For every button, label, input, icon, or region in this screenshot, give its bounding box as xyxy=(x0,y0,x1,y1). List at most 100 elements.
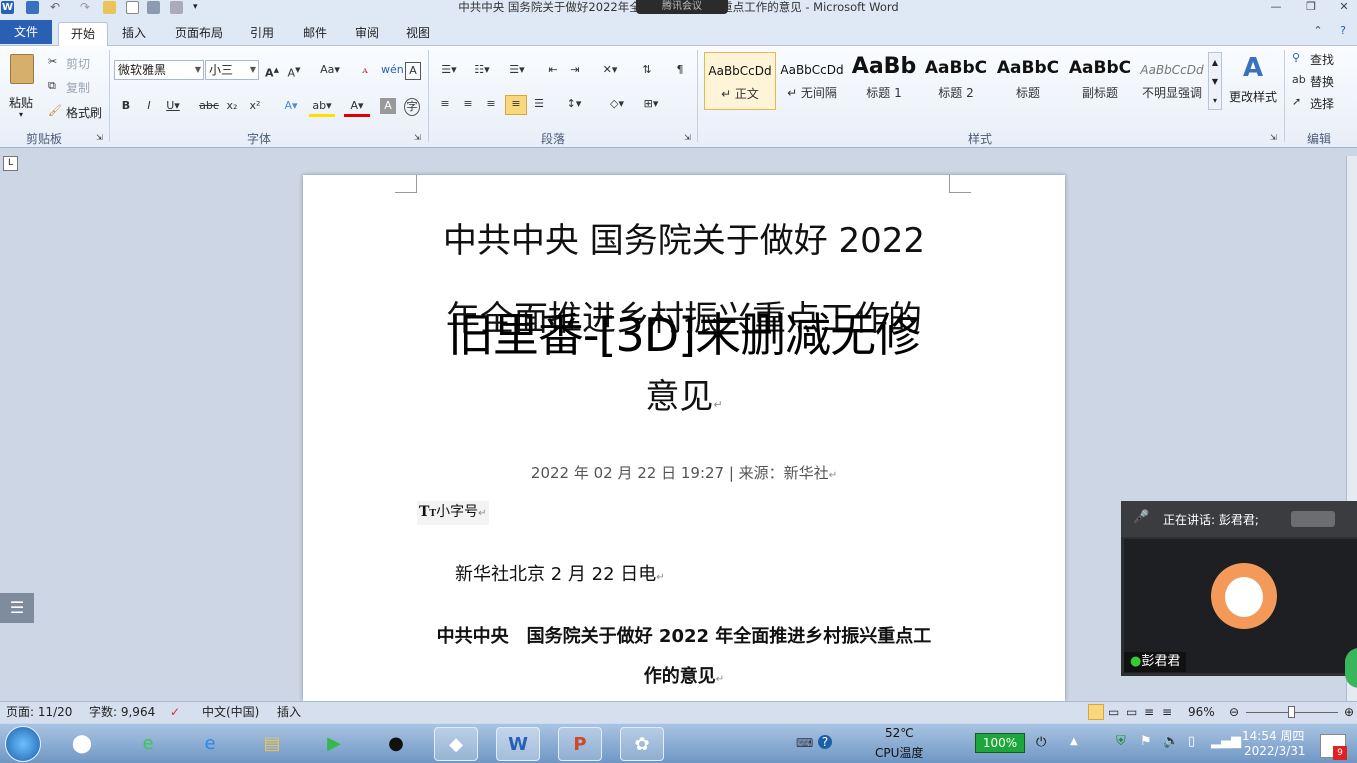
floating-plus-button[interactable] xyxy=(1345,648,1357,688)
browser-icon[interactable]: e xyxy=(126,727,170,761)
navigation-pane-icon[interactable]: ☰ xyxy=(0,593,34,623)
minimize-ribbon-icon[interactable]: ⌃ xyxy=(1305,24,1331,38)
insert-mode-label[interactable]: 插入 xyxy=(277,702,301,723)
meeting-window[interactable]: 🎤 正在讲话: 彭君君; ●彭君君 xyxy=(1121,501,1357,676)
draft-view-icon[interactable]: ≡ xyxy=(1162,702,1172,723)
paste-button[interactable]: 粘贴 ▾ xyxy=(4,52,40,122)
bullets-icon[interactable]: ☰▾ xyxy=(436,62,462,78)
clock-date[interactable]: 2022/3/31 xyxy=(1244,744,1306,758)
tab-references[interactable]: 引用 xyxy=(240,22,284,46)
shading-icon[interactable]: ◇▾ xyxy=(602,96,632,112)
borders-icon[interactable]: ⊞▾ xyxy=(636,96,666,112)
style-subtle-emphasis[interactable]: AaBbCcDd 不明显强调 xyxy=(1136,52,1208,110)
device-icon[interactable]: ▯ xyxy=(1188,734,1195,749)
video-tile[interactable]: ●彭君君 xyxy=(1124,539,1357,673)
tab-file[interactable]: 文件 xyxy=(0,20,52,44)
font-size-combo[interactable]: 小三 ▼ xyxy=(205,60,259,80)
enclose-characters-icon[interactable]: 字 xyxy=(404,98,420,116)
bold-icon[interactable]: B xyxy=(118,98,134,114)
start-button[interactable] xyxy=(5,726,41,762)
minimize-button[interactable]: — xyxy=(1263,0,1289,14)
tab-view[interactable]: 视图 xyxy=(396,22,440,46)
character-border-icon[interactable]: A xyxy=(405,62,421,80)
show-hidden-icons[interactable]: ▲ xyxy=(1070,736,1078,747)
subscript-icon[interactable]: x₂ xyxy=(224,98,240,114)
shield-icon[interactable]: ⛨ xyxy=(1116,734,1126,749)
underline-icon[interactable]: U▾ xyxy=(164,98,182,114)
line-spacing-icon[interactable]: ↕▾ xyxy=(561,96,587,112)
change-case-icon[interactable]: Aa▾ xyxy=(316,62,344,78)
ruler-toggle-icon[interactable]: L xyxy=(3,156,18,171)
superscript-icon[interactable]: x² xyxy=(247,98,263,114)
zoom-level[interactable]: 96% xyxy=(1188,702,1215,723)
file-explorer-icon[interactable]: ▤ xyxy=(250,727,294,761)
replace-button[interactable]: ab 替换 xyxy=(1290,72,1356,90)
style-normal[interactable]: AaBbCcDd ↵ 正文 xyxy=(704,52,776,110)
restore-button[interactable]: ❐ xyxy=(1298,0,1324,14)
highlight-color-icon[interactable]: ab▾ xyxy=(309,98,335,117)
full-screen-reading-icon[interactable]: ▭ xyxy=(1108,702,1119,723)
style-heading-2[interactable]: AaBbC 标题 2 xyxy=(920,52,992,110)
game-app-icon[interactable]: ✿ xyxy=(620,727,664,761)
increase-indent-icon[interactable]: ⇥ xyxy=(566,62,584,78)
style-subtitle[interactable]: AaBbC 副标题 xyxy=(1064,52,1136,110)
keyboard-icon[interactable]: ⌨ xyxy=(796,736,813,750)
zoom-in-icon[interactable]: ⊕ xyxy=(1344,702,1354,723)
close-button[interactable]: ✕ xyxy=(1331,0,1357,14)
zoom-slider-thumb[interactable] xyxy=(1288,706,1295,718)
help-icon[interactable]: ? xyxy=(1330,24,1356,38)
print-layout-icon[interactable] xyxy=(1088,704,1104,720)
tab-home[interactable]: 开始 xyxy=(58,22,108,46)
show-marks-icon[interactable]: ¶ xyxy=(673,62,687,78)
tab-review[interactable]: 审阅 xyxy=(345,22,389,46)
change-styles-button[interactable]: A 更改样式 xyxy=(1226,52,1280,122)
styles-launcher-icon[interactable]: ⇲ xyxy=(1270,130,1277,146)
meeting-overlay-badge[interactable]: 腾讯会议 xyxy=(636,0,728,14)
justify-icon[interactable]: ≡ xyxy=(505,95,527,115)
select-button[interactable]: ➚ 选择 xyxy=(1290,94,1356,112)
zoom-out-icon[interactable]: ⊖ xyxy=(1229,702,1239,723)
font-launcher-icon[interactable]: ⇲ xyxy=(414,130,421,146)
strikethrough-icon[interactable]: abc xyxy=(199,98,219,114)
shrink-font-icon[interactable]: A▼ xyxy=(285,62,303,82)
decrease-indent-icon[interactable]: ⇤ xyxy=(544,62,562,78)
phonetic-guide-icon[interactable]: wén xyxy=(381,62,404,78)
clock-time[interactable]: 14:54 周四 xyxy=(1242,727,1304,744)
web-layout-icon[interactable]: ▭ xyxy=(1126,702,1137,723)
ie-icon[interactable]: e xyxy=(188,727,232,761)
help-tray-icon[interactable]: ? xyxy=(818,735,832,749)
app-icon-360[interactable]: ⬤ xyxy=(60,727,104,761)
font-name-combo[interactable]: 微软雅黑 ▼ xyxy=(114,60,204,80)
align-left-icon[interactable]: ≡ xyxy=(436,96,454,112)
font-color-icon[interactable]: A▾ xyxy=(344,98,370,117)
document-page[interactable]: 中共中央 国务院关于做好 2022 年全面推进乡村振兴重点工作的 旧里番-[3D… xyxy=(303,175,1065,701)
multilevel-list-icon[interactable]: ☰▾ xyxy=(504,62,530,78)
paragraph-launcher-icon[interactable]: ⇲ xyxy=(684,130,691,146)
tab-insert[interactable]: 插入 xyxy=(112,22,156,46)
clear-formatting-icon[interactable]: ꭺ xyxy=(356,62,374,78)
media-player-icon[interactable]: ▶ xyxy=(312,727,356,761)
notification-badge[interactable]: 9 xyxy=(1320,734,1347,760)
chinese-layout-icon[interactable]: ✕▾ xyxy=(598,62,622,78)
styles-scroll[interactable]: ▲ ▼ ▾ xyxy=(1208,52,1222,110)
style-heading-1[interactable]: AaBb 标题 1 xyxy=(848,52,920,110)
italic-icon[interactable]: I xyxy=(141,98,157,114)
word-count[interactable]: 字数: 9,964 xyxy=(89,702,155,723)
word-taskbar-icon[interactable]: W xyxy=(496,727,540,761)
volume-icon[interactable]: 🔈 xyxy=(1163,734,1179,749)
character-shading-icon[interactable]: A xyxy=(380,98,396,114)
tab-mailings[interactable]: 邮件 xyxy=(293,22,337,46)
proofing-icon[interactable]: ✓ xyxy=(170,702,180,723)
tab-page-layout[interactable]: 页面布局 xyxy=(166,22,232,46)
page-count[interactable]: 页面: 11/20 xyxy=(6,702,72,723)
flag-icon[interactable]: ⚑ xyxy=(1140,734,1152,749)
language-label[interactable]: 中文(中国) xyxy=(202,702,259,723)
outline-view-icon[interactable]: ≡ xyxy=(1144,702,1154,723)
tencent-meeting-icon[interactable]: ◆ xyxy=(434,727,478,761)
grow-font-icon[interactable]: A▲ xyxy=(263,62,281,82)
qq-icon[interactable]: ● xyxy=(374,727,418,761)
text-effects-icon[interactable]: A▾ xyxy=(280,98,302,114)
cut-button[interactable]: ✂ 剪切 xyxy=(46,54,106,72)
copy-button[interactable]: ⧉ 复制 xyxy=(46,78,106,96)
signal-icon[interactable]: ▂▄▆ xyxy=(1211,734,1241,749)
